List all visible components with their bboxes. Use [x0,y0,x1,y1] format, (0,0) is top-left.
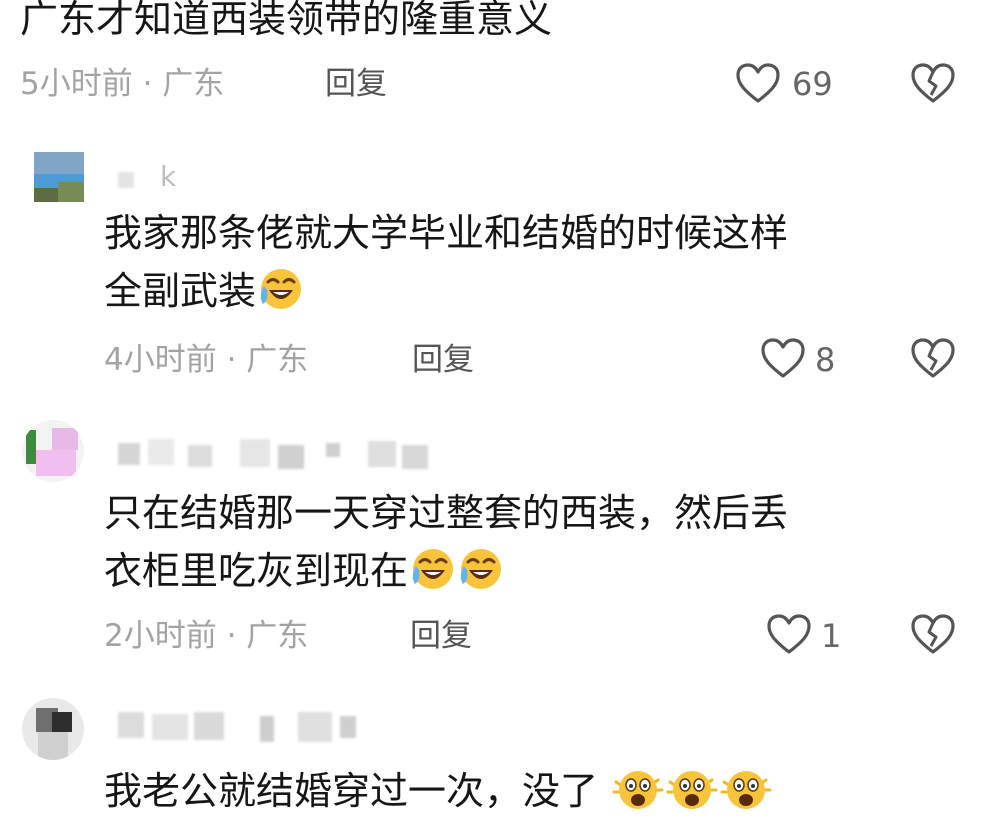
comment-2-text-line-1: 我家那条佬就大学毕业和结婚的时候这样 [104,211,789,255]
heart-outline-icon [761,338,805,378]
heart-outline-icon [736,63,780,103]
reply-button[interactable]: 回复 [410,616,472,656]
comment-time: 2小时前 [104,618,217,654]
comment-2-text-line-2: 全副武装 [104,266,304,324]
comment-2-meta: 4小时前 · 广东 [104,340,308,380]
laughing-crying-emoji-icon [410,546,456,604]
reply-button[interactable]: 回复 [325,64,387,104]
meta-separator: · [132,66,163,102]
like-count: 69 [792,65,833,103]
broken-heart-icon [911,338,955,378]
comment-3-text-line-1: 只在结婚那一天穿过整套的西装，然后丢 [104,491,789,535]
meta-separator: · [216,618,247,654]
comment-time: 4小时前 [104,342,217,378]
like-count: 8 [815,341,836,379]
comment-1-meta: 5小时前 · 广东 [20,64,224,104]
dislike-button[interactable] [910,62,956,104]
reply-button[interactable]: 回复 [412,340,474,380]
avatar[interactable] [34,152,84,202]
avatar[interactable] [22,698,84,760]
avatar[interactable] [22,420,84,482]
comment-3-meta: 2小时前 · 广东 [104,616,308,656]
username[interactable] [118,435,438,475]
dislike-button[interactable] [910,337,956,379]
comment-location: 广东 [162,66,225,102]
comment-3-text-line-2: 衣柜里吃灰到现在 [104,546,504,604]
astonished-emoji-icon [720,764,772,824]
astonished-emoji-icon [666,764,718,824]
astonished-emoji-icon [612,764,664,824]
laughing-crying-emoji-icon [258,266,304,324]
comment-location: 广东 [246,342,309,378]
broken-heart-icon [911,614,955,654]
heart-outline-icon [767,614,811,654]
comment-1-text: 广东才知道西装领带的隆重意义 [20,0,553,41]
comment-time: 5小时前 [20,66,133,102]
username[interactable] [118,706,388,746]
username[interactable]: k [118,162,178,192]
laughing-crying-emoji-icon [458,546,504,604]
like-button[interactable] [760,337,806,379]
dislike-button[interactable] [910,613,956,655]
meta-separator: · [216,342,247,378]
like-button[interactable] [735,62,781,104]
like-button[interactable] [766,613,812,655]
comment-4-text-line-1: 我老公就结婚穿过一次，没了 [104,764,772,824]
like-count: 1 [821,617,842,655]
comment-location: 广东 [246,618,309,654]
broken-heart-icon [911,63,955,103]
